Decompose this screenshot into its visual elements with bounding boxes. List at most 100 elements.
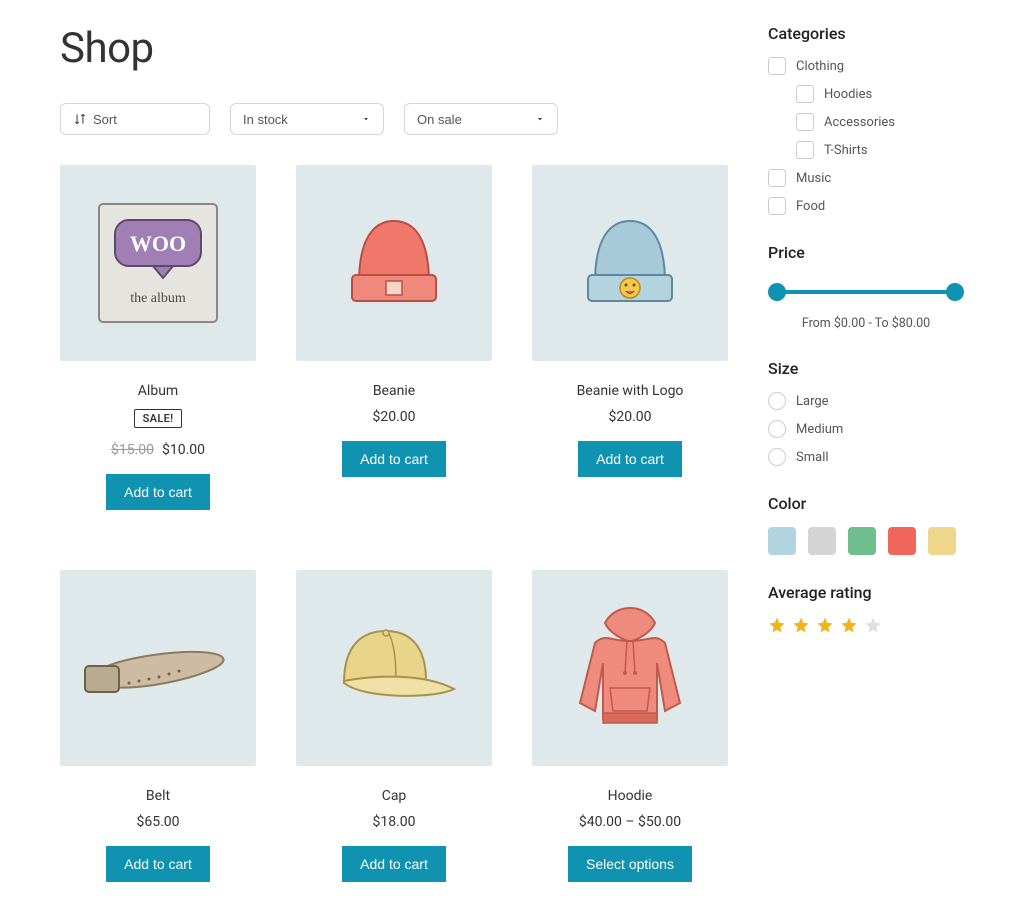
svg-text:WOO: WOO <box>130 231 186 256</box>
size-option[interactable]: Medium <box>768 420 964 438</box>
radio-icon[interactable] <box>768 420 786 438</box>
product-price: $15.00$10.00 <box>111 442 205 458</box>
filter-bar: Sort In stock On sale <box>60 103 728 135</box>
color-swatch[interactable] <box>768 527 796 555</box>
product-name[interactable]: Beanie <box>373 383 415 399</box>
slider-track <box>772 290 960 294</box>
filter-select-stock[interactable]: In stock <box>230 103 384 135</box>
color-swatch[interactable] <box>928 527 956 555</box>
sale-badge: SALE! <box>134 409 183 428</box>
filter-select-label: In stock <box>243 112 288 127</box>
radio-icon[interactable] <box>768 392 786 410</box>
sidebar-title-price: Price <box>768 243 964 262</box>
size-label: Medium <box>796 422 843 437</box>
sidebar-color: Color <box>768 494 964 555</box>
star-icon[interactable] <box>816 616 834 634</box>
add-to-cart-button[interactable]: Add to cart <box>106 846 210 882</box>
size-option[interactable]: Small <box>768 448 964 466</box>
product-name[interactable]: Hoodie <box>608 788 653 804</box>
category-item[interactable]: Food <box>768 197 964 215</box>
sort-icon <box>73 112 87 126</box>
slider-handle-min[interactable] <box>768 283 786 301</box>
sidebar-price: Price From $0.00 - To $80.00 <box>768 243 964 331</box>
category-label: Accessories <box>824 115 895 130</box>
add-to-cart-button[interactable]: Add to cart <box>106 474 210 510</box>
category-label: Clothing <box>796 59 844 74</box>
add-to-cart-button[interactable]: Add to cart <box>342 846 446 882</box>
product-old-price: $15.00 <box>111 442 154 458</box>
product-image[interactable] <box>296 165 492 361</box>
star-icon[interactable] <box>768 616 786 634</box>
star-icon[interactable] <box>840 616 858 634</box>
price-slider[interactable] <box>768 276 964 316</box>
product-card: Beanie with Logo $20.00 Add to cart <box>532 165 728 510</box>
product-name[interactable]: Belt <box>146 788 170 804</box>
product-image[interactable]: WOO the album <box>60 165 256 361</box>
sort-button[interactable]: Sort <box>60 103 210 135</box>
sidebar-title-rating: Average rating <box>768 583 964 602</box>
product-card: Cap $18.00 Add to cart <box>296 570 492 882</box>
star-icon[interactable] <box>792 616 810 634</box>
add-to-cart-button[interactable]: Add to cart <box>578 441 682 477</box>
sidebar: Categories Clothing Hoodies Accessories T-S… <box>768 24 964 882</box>
star-icon[interactable] <box>864 616 882 634</box>
product-image[interactable] <box>296 570 492 766</box>
product-price: $40.00 – $50.00 <box>579 814 681 830</box>
sidebar-categories: Categories Clothing Hoodies Accessories T-S… <box>768 24 964 215</box>
product-name[interactable]: Album <box>138 383 178 399</box>
filter-select-label: On sale <box>417 112 462 127</box>
product-grid: WOO the album Album SALE! $15.00$10.00 A… <box>60 165 728 882</box>
category-item[interactable]: T-Shirts <box>796 141 964 159</box>
product-name[interactable]: Beanie with Logo <box>577 383 684 399</box>
sidebar-size: Size Large Medium Small <box>768 359 964 466</box>
price-range-label: From $0.00 - To $80.00 <box>768 316 964 331</box>
product-price: $20.00 <box>372 409 415 425</box>
product-image[interactable] <box>60 570 256 766</box>
product-card: Belt $65.00 Add to cart <box>60 570 256 882</box>
svg-text:the album: the album <box>130 291 186 306</box>
add-to-cart-button[interactable]: Add to cart <box>342 441 446 477</box>
color-swatch[interactable] <box>808 527 836 555</box>
product-price: $20.00 <box>608 409 651 425</box>
color-swatch[interactable] <box>848 527 876 555</box>
product-image[interactable] <box>532 165 728 361</box>
checkbox-icon[interactable] <box>796 113 814 131</box>
category-label: Hoodies <box>824 87 872 102</box>
add-to-cart-button[interactable]: Select options <box>568 846 692 882</box>
product-name[interactable]: Cap <box>382 788 407 804</box>
filter-select-sale[interactable]: On sale <box>404 103 558 135</box>
sidebar-title-size: Size <box>768 359 964 378</box>
rating-stars[interactable] <box>768 616 964 634</box>
color-swatch[interactable] <box>888 527 916 555</box>
checkbox-icon[interactable] <box>768 197 786 215</box>
product-card: Hoodie $40.00 – $50.00 Select options <box>532 570 728 882</box>
sort-label: Sort <box>93 112 117 127</box>
category-item[interactable]: Music <box>768 169 964 187</box>
product-image[interactable] <box>532 570 728 766</box>
category-label: T-Shirts <box>824 143 868 158</box>
product-price: $18.00 <box>372 814 415 830</box>
product-price: $65.00 <box>136 814 179 830</box>
checkbox-icon[interactable] <box>768 57 786 75</box>
radio-icon[interactable] <box>768 448 786 466</box>
page-title: Shop <box>60 24 728 73</box>
sidebar-title-color: Color <box>768 494 964 513</box>
chevron-down-icon <box>535 114 545 124</box>
sidebar-title-categories: Categories <box>768 24 964 43</box>
product-card: Beanie $20.00 Add to cart <box>296 165 492 510</box>
category-item[interactable]: Clothing <box>768 57 964 75</box>
size-label: Small <box>796 450 829 465</box>
checkbox-icon[interactable] <box>796 85 814 103</box>
category-item[interactable]: Hoodies <box>796 85 964 103</box>
category-label: Music <box>796 171 831 186</box>
product-card: WOO the album Album SALE! $15.00$10.00 A… <box>60 165 256 510</box>
sidebar-rating: Average rating <box>768 583 964 634</box>
size-label: Large <box>796 394 829 409</box>
checkbox-icon[interactable] <box>796 141 814 159</box>
size-option[interactable]: Large <box>768 392 964 410</box>
chevron-down-icon <box>361 114 371 124</box>
slider-handle-max[interactable] <box>946 283 964 301</box>
category-label: Food <box>796 199 825 214</box>
checkbox-icon[interactable] <box>768 169 786 187</box>
category-item[interactable]: Accessories <box>796 113 964 131</box>
